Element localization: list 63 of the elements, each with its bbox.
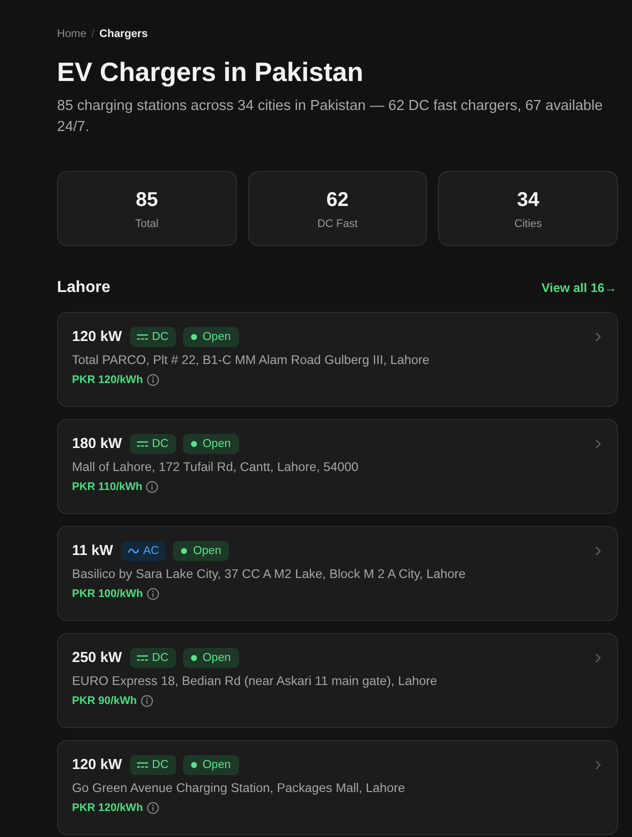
charger-price: PKR 110/kWh <box>72 481 142 493</box>
charger-card[interactable]: 180 kW DC Open Mall of Lahore, 172 Tufail Rd, Cantt, Lahore, 54000 PKR 110/kWh <box>57 419 618 514</box>
charger-card[interactable]: 120 kW DC Open Go Green Avenue Charging Station, Packages Mall, Lahore PKR 120/kWh <box>57 740 618 835</box>
current-type-badge: DC <box>130 755 176 775</box>
page-description: 85 charging stations across 34 cities in Pakistan — 62 DC fast chargers, 67 available 24/7. <box>57 97 604 137</box>
stat-label: DC Fast <box>317 217 358 231</box>
charger-address: EURO Express 18, Bedian Rd (near Askari 11 main gate), Lahore <box>72 673 438 690</box>
status-dot-icon <box>190 441 197 447</box>
charger-price: PKR 120/kWh <box>72 374 143 386</box>
current-page-label: Chargers <box>99 27 148 42</box>
breadcrumb-link[interactable]: Home <box>57 26 86 42</box>
power-rating: 250 kW <box>72 650 122 666</box>
chevron-right-icon <box>595 332 601 342</box>
current-type-badge: DC <box>130 648 176 668</box>
direct-current-icon <box>136 334 148 340</box>
status-dot-icon <box>190 334 197 340</box>
charger-address: Mall of Lahore, 172 Tufail Rd, Cantt, Lahore, 54000 <box>72 459 358 476</box>
view-all-link[interactable]: View all 16→ <box>541 281 617 295</box>
info-icon[interactable] <box>140 695 153 707</box>
chevron-right-icon <box>595 439 601 449</box>
status-dot-icon <box>190 762 197 768</box>
power-rating: 120 kW <box>72 329 122 345</box>
chevron-right-icon <box>595 546 601 556</box>
status-badge: Open <box>182 755 239 775</box>
chevron-right-icon <box>595 760 601 770</box>
wave-icon <box>128 548 140 554</box>
page-title: EV Chargers in Pakistan <box>57 56 364 88</box>
chevron-right-icon <box>595 653 601 663</box>
charger-address: Go Green Avenue Charging Station, Packages Mall, Lahore <box>72 780 406 797</box>
charger-card[interactable]: 250 kW DC Open EURO Express 18, Bedian Rd (near Askari 11 main gate), Lahore PKR 90/kWh <box>57 633 618 728</box>
info-icon[interactable] <box>146 802 159 814</box>
current-type-badge: AC <box>121 541 166 561</box>
stat-value: 85 <box>136 188 158 212</box>
power-rating: 11 kW <box>72 543 114 559</box>
info-icon[interactable] <box>146 481 158 493</box>
info-icon[interactable] <box>146 588 159 600</box>
stat-value: 62 <box>326 188 349 212</box>
direct-current-icon <box>136 441 148 447</box>
current-type-badge: DC <box>130 434 176 454</box>
info-icon[interactable] <box>146 374 159 386</box>
charger-card[interactable]: 11 kW AC Open Basilico by Sara Lake City, 37 CC A M2 Lake, Block M 2 A City, Lahore PKR 100/kWh <box>57 526 618 621</box>
direct-current-icon <box>136 762 148 768</box>
status-dot-icon <box>190 655 197 661</box>
power-rating: 180 kW <box>72 436 122 452</box>
status-badge: Open <box>182 327 239 347</box>
status-badge: Open <box>182 648 239 668</box>
stat-label: Total <box>135 217 158 231</box>
charger-price: PKR 100/kWh <box>72 588 143 600</box>
status-badge: Open <box>182 434 239 454</box>
charger-price: PKR 120/kWh <box>72 802 143 814</box>
charger-card[interactable]: 120 kW DC Open Total PARCO, Plt # 22, B1-C MM Alam Road Gulberg III, Lahore PKR 120/kWh <box>57 312 618 407</box>
charger-address: Total PARCO, Plt # 22, B1-C MM Alam Road Gulberg III, Lahore <box>72 352 430 369</box>
section-title: Lahore <box>57 278 110 298</box>
charger-address: Basilico by Sara Lake City, 37 CC A M2 Lake, Block M 2 A City, Lahore <box>72 566 466 583</box>
power-rating: 120 kW <box>72 757 122 773</box>
charger-price: PKR 90/kWh <box>72 695 137 707</box>
status-badge: Open <box>173 541 230 561</box>
breadcrumb-separator: / <box>91 27 94 42</box>
stat-value: 34 <box>517 188 540 212</box>
stat-label: Cities <box>514 217 542 231</box>
direct-current-icon <box>136 655 148 661</box>
current-type-badge: DC <box>130 327 176 347</box>
status-dot-icon <box>181 548 188 554</box>
